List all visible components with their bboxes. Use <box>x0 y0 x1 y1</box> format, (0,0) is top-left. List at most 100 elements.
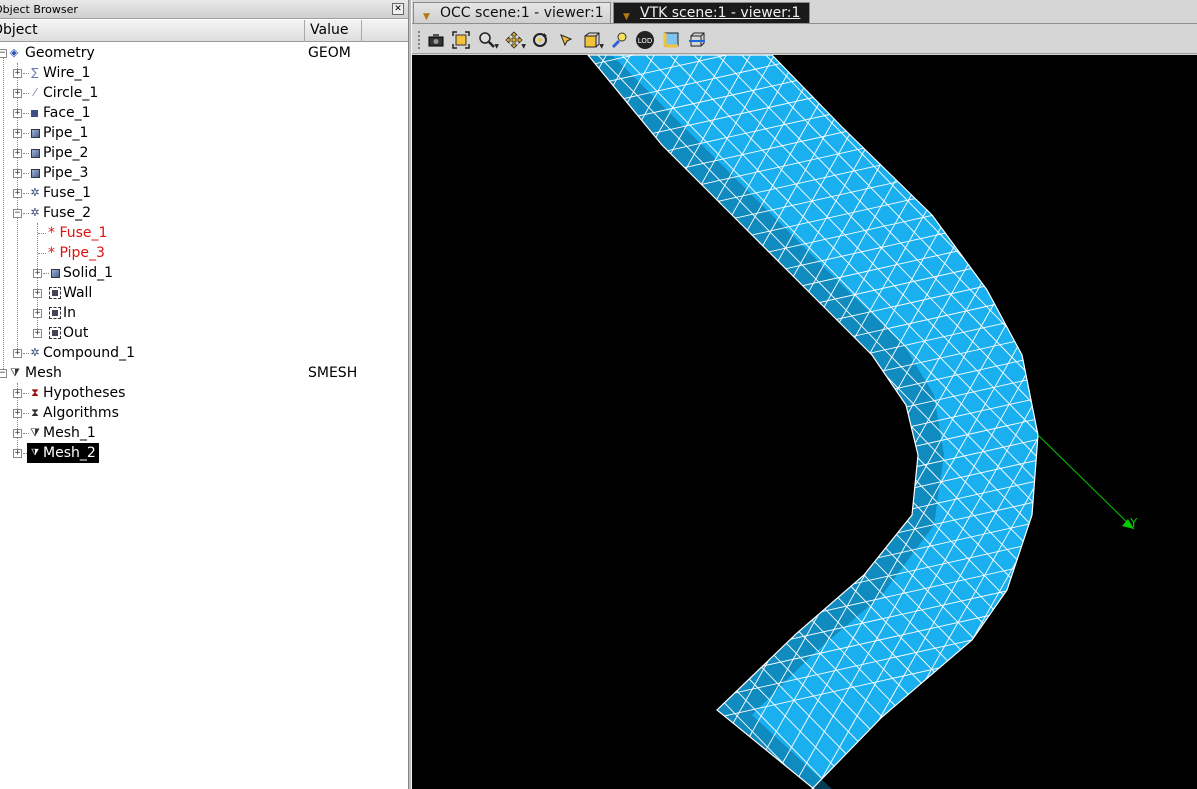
tree-item-mesh-1[interactable]: + ⧩ Mesh_1 <box>0 423 408 443</box>
tree-item-mesh[interactable]: − ⧩ Mesh SMESH <box>0 363 408 383</box>
mesh-edge <box>1025 55 1038 789</box>
mesh-edge <box>1044 55 1197 789</box>
tree-item-label: Wall <box>63 285 93 301</box>
mesh-edge <box>1164 55 1197 789</box>
tree-item-pipe-3[interactable]: + Pipe_3 <box>0 163 408 183</box>
mesh-icon: ⧩ <box>30 426 40 439</box>
close-icon[interactable]: ✕ <box>392 3 404 15</box>
tree-item-ref-pipe-3[interactable]: * Pipe_3 <box>0 243 408 263</box>
tree-item-label: Pipe_2 <box>43 145 89 161</box>
tree-item-fuse-1[interactable]: + ✲ Fuse_1 <box>0 183 408 203</box>
column-header-object[interactable]: Object <box>0 20 305 42</box>
mesh-edge <box>1019 55 1038 789</box>
tree-item-pipe-1[interactable]: + Pipe_1 <box>0 123 408 143</box>
expand-icon[interactable]: + <box>13 449 22 458</box>
mesh-edge <box>1140 55 1197 789</box>
mesh-edge <box>588 55 709 789</box>
tree-item-hypotheses[interactable]: + ⧗ Hypotheses <box>0 383 408 403</box>
geometry-module-icon: ◈ <box>9 46 19 59</box>
tree-item-label: Wire_1 <box>43 65 91 81</box>
mesh-edge <box>588 442 1038 624</box>
expand-icon[interactable]: + <box>33 289 42 298</box>
mesh-edge <box>588 55 1038 87</box>
mesh-edge <box>588 380 1038 562</box>
expand-icon[interactable]: + <box>13 89 22 98</box>
pan-icon[interactable]: ▼ <box>502 28 526 52</box>
mesh-edge <box>588 401 1038 583</box>
collapse-icon[interactable]: − <box>0 49 7 58</box>
collapse-icon[interactable]: − <box>13 209 22 218</box>
tree-item-face-1[interactable]: + Face_1 <box>0 103 408 123</box>
tree-connector <box>23 133 29 134</box>
mesh-edge <box>588 318 1038 500</box>
light-icon[interactable] <box>608 28 632 52</box>
zoom-icon[interactable]: ▼ <box>475 28 499 52</box>
tree-item-label: Compound_1 <box>43 345 135 361</box>
mesh-edge <box>412 55 578 789</box>
vtk-3d-viewport[interactable]: Y <box>412 55 1197 789</box>
viewer-area: ▼ OCC scene:1 - viewer:1 ▼ VTK scene:1 -… <box>412 0 1197 789</box>
viewer-toolbar: ▼ ▼ ▼ LOD <box>412 25 1197 54</box>
mesh-edge <box>588 298 1038 479</box>
mesh-edge <box>412 55 540 789</box>
rotation-point-icon[interactable] <box>554 28 578 52</box>
mesh-edge <box>1098 55 1197 789</box>
tree-item-circle-1[interactable]: + ⁄ Circle_1 <box>0 83 408 103</box>
tree-item-in[interactable]: + In <box>0 303 408 323</box>
expand-icon[interactable]: + <box>33 269 42 278</box>
mesh-edge <box>588 55 613 789</box>
group-icon <box>49 327 61 339</box>
fit-all-icon[interactable] <box>449 28 473 52</box>
tree-connector <box>38 233 46 234</box>
tree-item-geometry[interactable]: − ◈ Geometry GEOM <box>0 43 408 63</box>
tree-item-out[interactable]: + Out <box>0 323 408 343</box>
lod-icon[interactable]: LOD <box>633 28 657 52</box>
tree-connector <box>43 273 49 274</box>
mesh-edge <box>1146 55 1197 789</box>
expand-icon[interactable]: + <box>13 169 22 178</box>
expand-icon[interactable]: + <box>13 429 22 438</box>
dropdown-arrow-icon: ▼ <box>521 43 526 50</box>
tab-vtk-viewer[interactable]: ▼ VTK scene:1 - viewer:1 <box>613 2 810 23</box>
toolbar-grip[interactable] <box>417 30 421 50</box>
view-cube-icon[interactable]: ▼ <box>580 28 604 52</box>
expand-icon[interactable]: + <box>13 109 22 118</box>
reference-label: * Fuse_1 <box>48 225 108 241</box>
group-icon <box>49 287 61 299</box>
expand-icon[interactable]: + <box>13 149 22 158</box>
tree-item-mesh-2[interactable]: + Mesh_2 ⧩ <box>0 443 408 463</box>
tree-item-solid-1[interactable]: + Solid_1 <box>0 263 408 283</box>
mesh-scene: Y <box>412 55 1197 789</box>
tree-item-compound-1[interactable]: + ✲ Compound_1 <box>0 343 408 363</box>
mesh-edge <box>412 55 434 789</box>
expand-icon[interactable]: + <box>33 309 42 318</box>
tree-item-fuse-2[interactable]: − ✲ Fuse_2 <box>0 203 408 223</box>
mesh-edge <box>588 55 675 789</box>
y-axis-line <box>1037 434 1135 530</box>
clipping-icon[interactable] <box>685 28 709 52</box>
expand-icon[interactable]: + <box>13 389 22 398</box>
tree-item-pipe-2[interactable]: + Pipe_2 <box>0 143 408 163</box>
object-browser-titlebar: Object Browser ✕ <box>0 0 408 19</box>
expand-icon[interactable]: + <box>13 189 22 198</box>
expand-icon[interactable]: + <box>13 69 22 78</box>
collapse-icon[interactable]: − <box>0 369 7 378</box>
expand-icon[interactable]: + <box>33 329 42 338</box>
expand-icon[interactable]: + <box>13 129 22 138</box>
fuse-icon: ✲ <box>30 206 40 219</box>
rotate-icon[interactable] <box>528 28 552 52</box>
group-icon <box>49 307 61 319</box>
expand-icon[interactable]: + <box>13 349 22 358</box>
viewer-tab-bar: ▼ OCC scene:1 - viewer:1 ▼ VTK scene:1 -… <box>412 0 1197 24</box>
expand-icon[interactable]: + <box>13 409 22 418</box>
graduated-axes-icon[interactable] <box>659 28 683 52</box>
y-axis-label: Y <box>1129 516 1138 530</box>
tree-item-wall[interactable]: + Wall <box>0 283 408 303</box>
tree-item-wire-1[interactable]: + ∑ Wire_1 <box>0 63 408 83</box>
tab-occ-viewer[interactable]: ▼ OCC scene:1 - viewer:1 <box>413 2 611 23</box>
tree-item-algorithms[interactable]: + ⧗ Algorithms <box>0 403 408 423</box>
column-header-value[interactable]: Value <box>306 20 362 42</box>
mesh-edge <box>412 55 444 789</box>
camera-icon[interactable] <box>424 28 448 52</box>
tree-item-ref-fuse-1[interactable]: * Fuse_1 <box>0 223 408 243</box>
